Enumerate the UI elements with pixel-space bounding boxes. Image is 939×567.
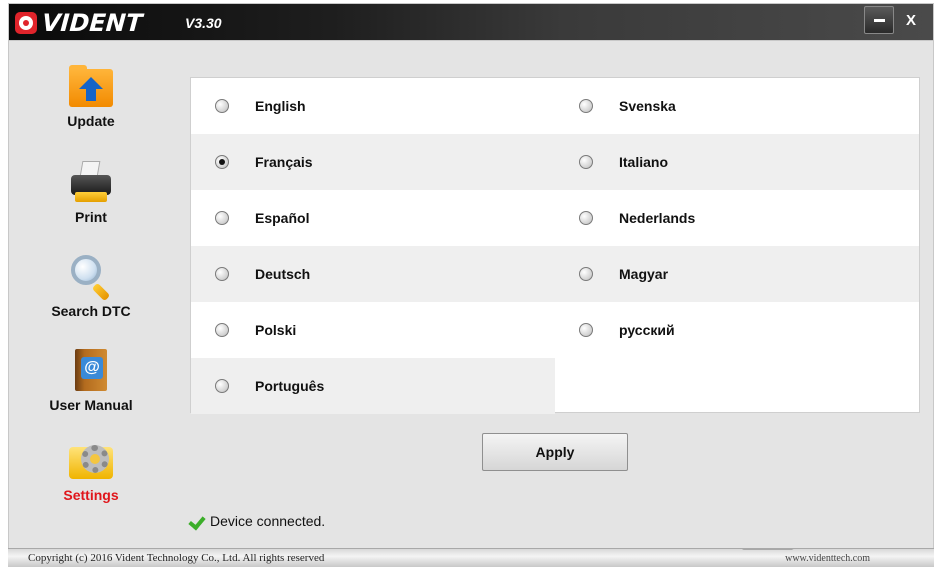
language-label: Italiano (619, 154, 669, 170)
language-label: English (255, 98, 306, 114)
sidebar-item-user-manual[interactable]: @ User Manual (31, 347, 151, 413)
status-text: Device connected. (210, 513, 326, 529)
logo-text: VIDENT (41, 9, 144, 37)
radio-button[interactable] (579, 323, 593, 337)
radio-button[interactable] (579, 99, 593, 113)
radio-button[interactable] (215, 379, 229, 393)
language-label: Español (255, 210, 310, 226)
sidebar-item-search-dtc[interactable]: Search DTC (31, 253, 151, 319)
main-panel: Update Print Search DTC @ User Manual Se… (8, 41, 934, 548)
language-option-russian[interactable]: русский (555, 302, 919, 358)
footer-divider (712, 549, 794, 567)
address-book-icon: @ (67, 347, 115, 395)
sidebar-item-print[interactable]: Print (31, 159, 151, 225)
footer-bar: Copyright (c) 2016 Vident Technology Co.… (8, 548, 934, 567)
language-row: English Svenska (191, 78, 919, 134)
language-label: Português (255, 378, 325, 394)
radio-button[interactable] (579, 155, 593, 169)
language-label: Français (255, 154, 313, 170)
radio-button[interactable] (579, 267, 593, 281)
language-row: Português (191, 358, 919, 414)
language-label: Polski (255, 322, 297, 338)
minimize-icon (873, 18, 885, 22)
sidebar-item-update[interactable]: Update (31, 63, 151, 129)
radio-button[interactable] (215, 99, 229, 113)
language-option-espanol[interactable]: Español (191, 190, 555, 246)
language-list: English Svenska Français Italiano Españo… (190, 77, 920, 414)
minimize-button[interactable] (864, 6, 894, 34)
sidebar-item-label: Print (75, 209, 107, 225)
language-label: Svenska (619, 98, 676, 114)
update-folder-icon (67, 63, 115, 111)
language-option-polski[interactable]: Polski (191, 302, 555, 358)
sidebar-item-label: Search DTC (51, 303, 131, 319)
radio-button[interactable] (579, 211, 593, 225)
language-option-portugues[interactable]: Português (191, 358, 555, 414)
language-row: Français Italiano (191, 134, 919, 190)
website-link[interactable]: www.videnttech.com (785, 553, 870, 564)
vident-logo-icon (15, 12, 37, 34)
language-option-svenska[interactable]: Svenska (555, 78, 919, 134)
language-row: Deutsch Magyar (191, 246, 919, 302)
language-option-italiano[interactable]: Italiano (555, 134, 919, 190)
settings-gear-icon (67, 437, 115, 485)
copyright-text: Copyright (c) 2016 Vident Technology Co.… (28, 552, 325, 564)
radio-button[interactable] (215, 211, 229, 225)
language-label: Magyar (619, 266, 669, 282)
magnifier-icon (67, 253, 115, 302)
sidebar-item-settings[interactable]: Settings (31, 437, 151, 503)
sidebar-item-label: Update (67, 113, 115, 129)
sidebar-item-label: User Manual (49, 397, 133, 413)
language-row: Polski русский (191, 302, 919, 358)
language-row: Español Nederlands (191, 190, 919, 246)
check-icon (190, 514, 208, 528)
version-label: V3.30 (185, 15, 222, 31)
printer-icon (67, 159, 115, 207)
language-option-magyar[interactable]: Magyar (555, 246, 919, 302)
language-label: Deutsch (255, 266, 311, 282)
vident-logo: VIDENT (15, 9, 144, 37)
apply-button[interactable]: Apply (482, 433, 628, 471)
language-option-nederlands[interactable]: Nederlands (555, 190, 919, 246)
language-label: Nederlands (619, 210, 696, 226)
radio-button[interactable] (215, 323, 229, 337)
sidebar-item-label: Settings (63, 487, 119, 503)
device-status: Device connected. (190, 513, 325, 529)
title-bar[interactable]: VIDENT V3.30 X (8, 3, 934, 41)
language-option-english[interactable]: English (191, 78, 555, 134)
radio-button-selected[interactable] (215, 155, 229, 169)
language-option-francais[interactable]: Français (191, 134, 555, 190)
language-label: русский (619, 322, 675, 338)
app-window: VIDENT V3.30 X Update Print Search DTC @… (0, 0, 939, 567)
language-option-deutsch[interactable]: Deutsch (191, 246, 555, 302)
radio-button[interactable] (215, 267, 229, 281)
close-button[interactable]: X (896, 6, 926, 34)
